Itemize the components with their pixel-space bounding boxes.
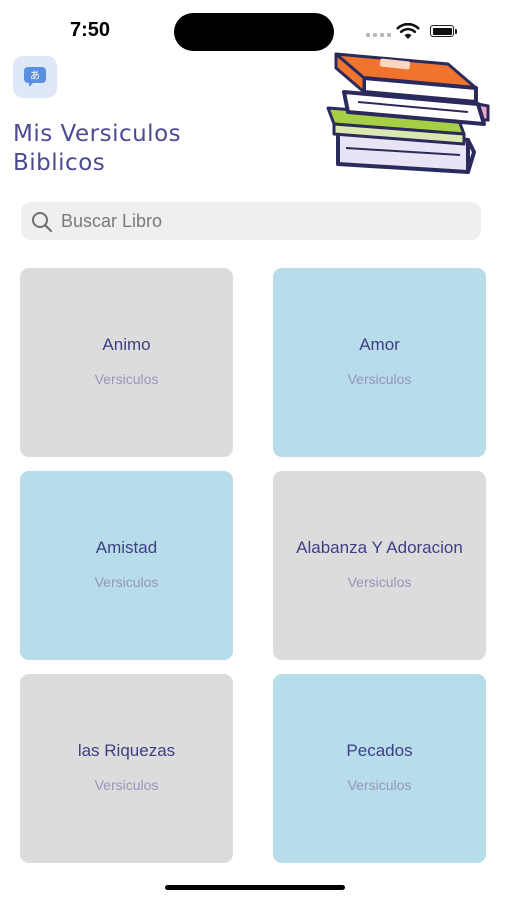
page-title: Mis Versiculos Biblicos <box>13 120 253 178</box>
category-subtitle: Versiculos <box>347 370 412 387</box>
page-title-line2: Biblicos <box>13 150 106 176</box>
category-card-las-riquezas[interactable]: las Riquezas Versiculos <box>20 674 233 863</box>
category-card-pecados[interactable]: Pecados Versiculos <box>273 674 486 863</box>
dynamic-island <box>174 13 334 51</box>
search-bar[interactable] <box>21 202 481 240</box>
category-title: Pecados <box>346 740 413 760</box>
category-title: Alabanza Y Adoracion <box>296 537 463 557</box>
svg-text:あ: あ <box>30 70 40 82</box>
category-title: las Riquezas <box>77 740 176 760</box>
category-card-amor[interactable]: Amor Versiculos <box>273 268 486 457</box>
category-subtitle: Versiculos <box>347 776 412 793</box>
category-title: Amistad <box>95 537 158 557</box>
category-subtitle: Versiculos <box>347 573 412 590</box>
translate-icon[interactable]: あ <box>13 56 57 98</box>
search-icon <box>32 212 53 233</box>
page-title-line1: Mis Versiculos <box>13 121 182 147</box>
category-subtitle: Versiculos <box>94 573 159 590</box>
stacked-books-illustration <box>326 52 490 174</box>
category-card-amistad[interactable]: Amistad Versiculos <box>20 471 233 660</box>
search-input[interactable] <box>61 202 471 240</box>
category-card-animo[interactable]: Animo Versiculos <box>20 268 233 457</box>
status-time: 7:50 <box>70 19 111 41</box>
category-card-alabanza-y-adoracion[interactable]: Alabanza Y Adoracion Versiculos <box>273 471 486 660</box>
home-indicator[interactable] <box>165 885 345 890</box>
translate-glyph-icon: あ <box>24 67 46 87</box>
cellular-signal-icon <box>366 33 391 37</box>
battery-tip <box>455 29 457 34</box>
category-title: Animo <box>102 334 151 354</box>
wifi-icon <box>396 22 420 39</box>
category-subtitle: Versiculos <box>94 776 159 793</box>
battery-icon <box>430 25 454 37</box>
category-subtitle: Versiculos <box>94 370 159 387</box>
category-title: Amor <box>359 334 400 354</box>
